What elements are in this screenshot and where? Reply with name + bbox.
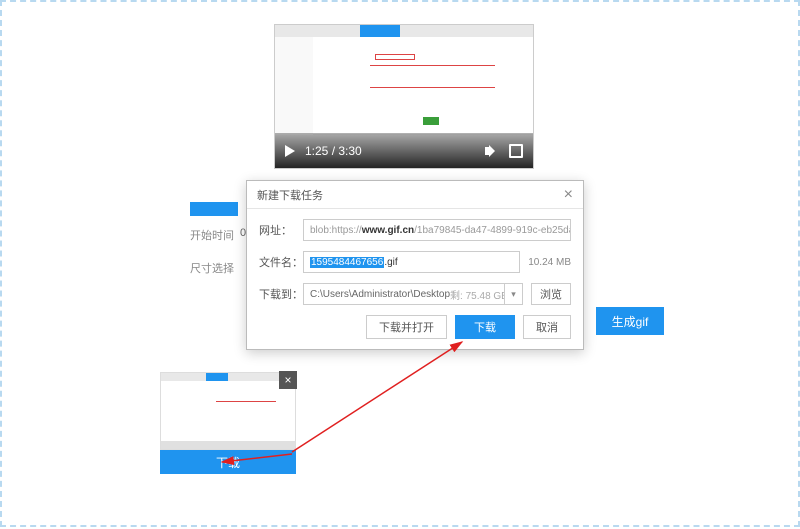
url-row: 网址： blob:https://www.gif.cn/1ba79845-da4… [259,219,571,241]
start-time-label: 开始时间 [190,227,234,243]
size-select-label: 尺寸选择 [190,260,234,276]
filename-label: 文件名： [259,254,303,270]
filename-row: 文件名： 1595484467656.gif 10.24 MB [259,251,571,273]
thumbnail-close-icon[interactable]: × [279,371,297,389]
filesize-text: 10.24 MB [528,257,571,268]
chevron-down-icon[interactable]: ▾ [505,283,523,305]
disk-free: 剩: 75.48 GB [450,287,505,302]
volume-icon[interactable] [485,144,499,158]
download-button[interactable]: 下载 [455,315,515,339]
thumbnail-preview: × [160,372,296,450]
video-content-preview [275,25,533,135]
filename-input[interactable]: 1595484467656.gif [303,251,520,273]
dialog-title: 新建下载任务 [257,187,323,203]
browse-button[interactable]: 浏览 [531,283,571,305]
saveto-label: 下载到： [259,286,303,302]
url-label: 网址： [259,222,303,238]
cancel-button[interactable]: 取消 [523,315,571,339]
video-player: 1:25 / 3:30 [274,24,534,169]
fullscreen-icon[interactable] [509,144,523,158]
video-controls: 1:25 / 3:30 [275,133,533,168]
close-icon[interactable]: × [564,186,573,204]
video-time-display: 1:25 / 3:30 [305,144,362,158]
thumbnail-card: × 下载 [160,372,296,474]
dialog-header: 新建下载任务 × [247,181,583,209]
generate-gif-button[interactable]: 生成gif [596,307,664,335]
dialog-footer: 下载并打开 下载 取消 [366,315,571,339]
page-container: 1:25 / 3:30 开始时间 00:01:25 尺寸选择 720P 生成gi… [0,0,800,527]
saveto-row: 下载到： C:\Users\Administrator\Desktop 剩: 7… [259,283,571,305]
play-icon[interactable] [285,145,295,157]
url-input[interactable]: blob:https://www.gif.cn/1ba79845-da47-48… [303,219,571,241]
saveto-input[interactable]: C:\Users\Administrator\Desktop 剩: 75.48 … [303,283,505,305]
download-and-open-button[interactable]: 下载并打开 [366,315,447,339]
download-dialog: 新建下载任务 × 网址： blob:https://www.gif.cn/1ba… [246,180,584,350]
thumbnail-download-button[interactable]: 下载 [160,450,296,474]
progress-segment [190,202,238,216]
